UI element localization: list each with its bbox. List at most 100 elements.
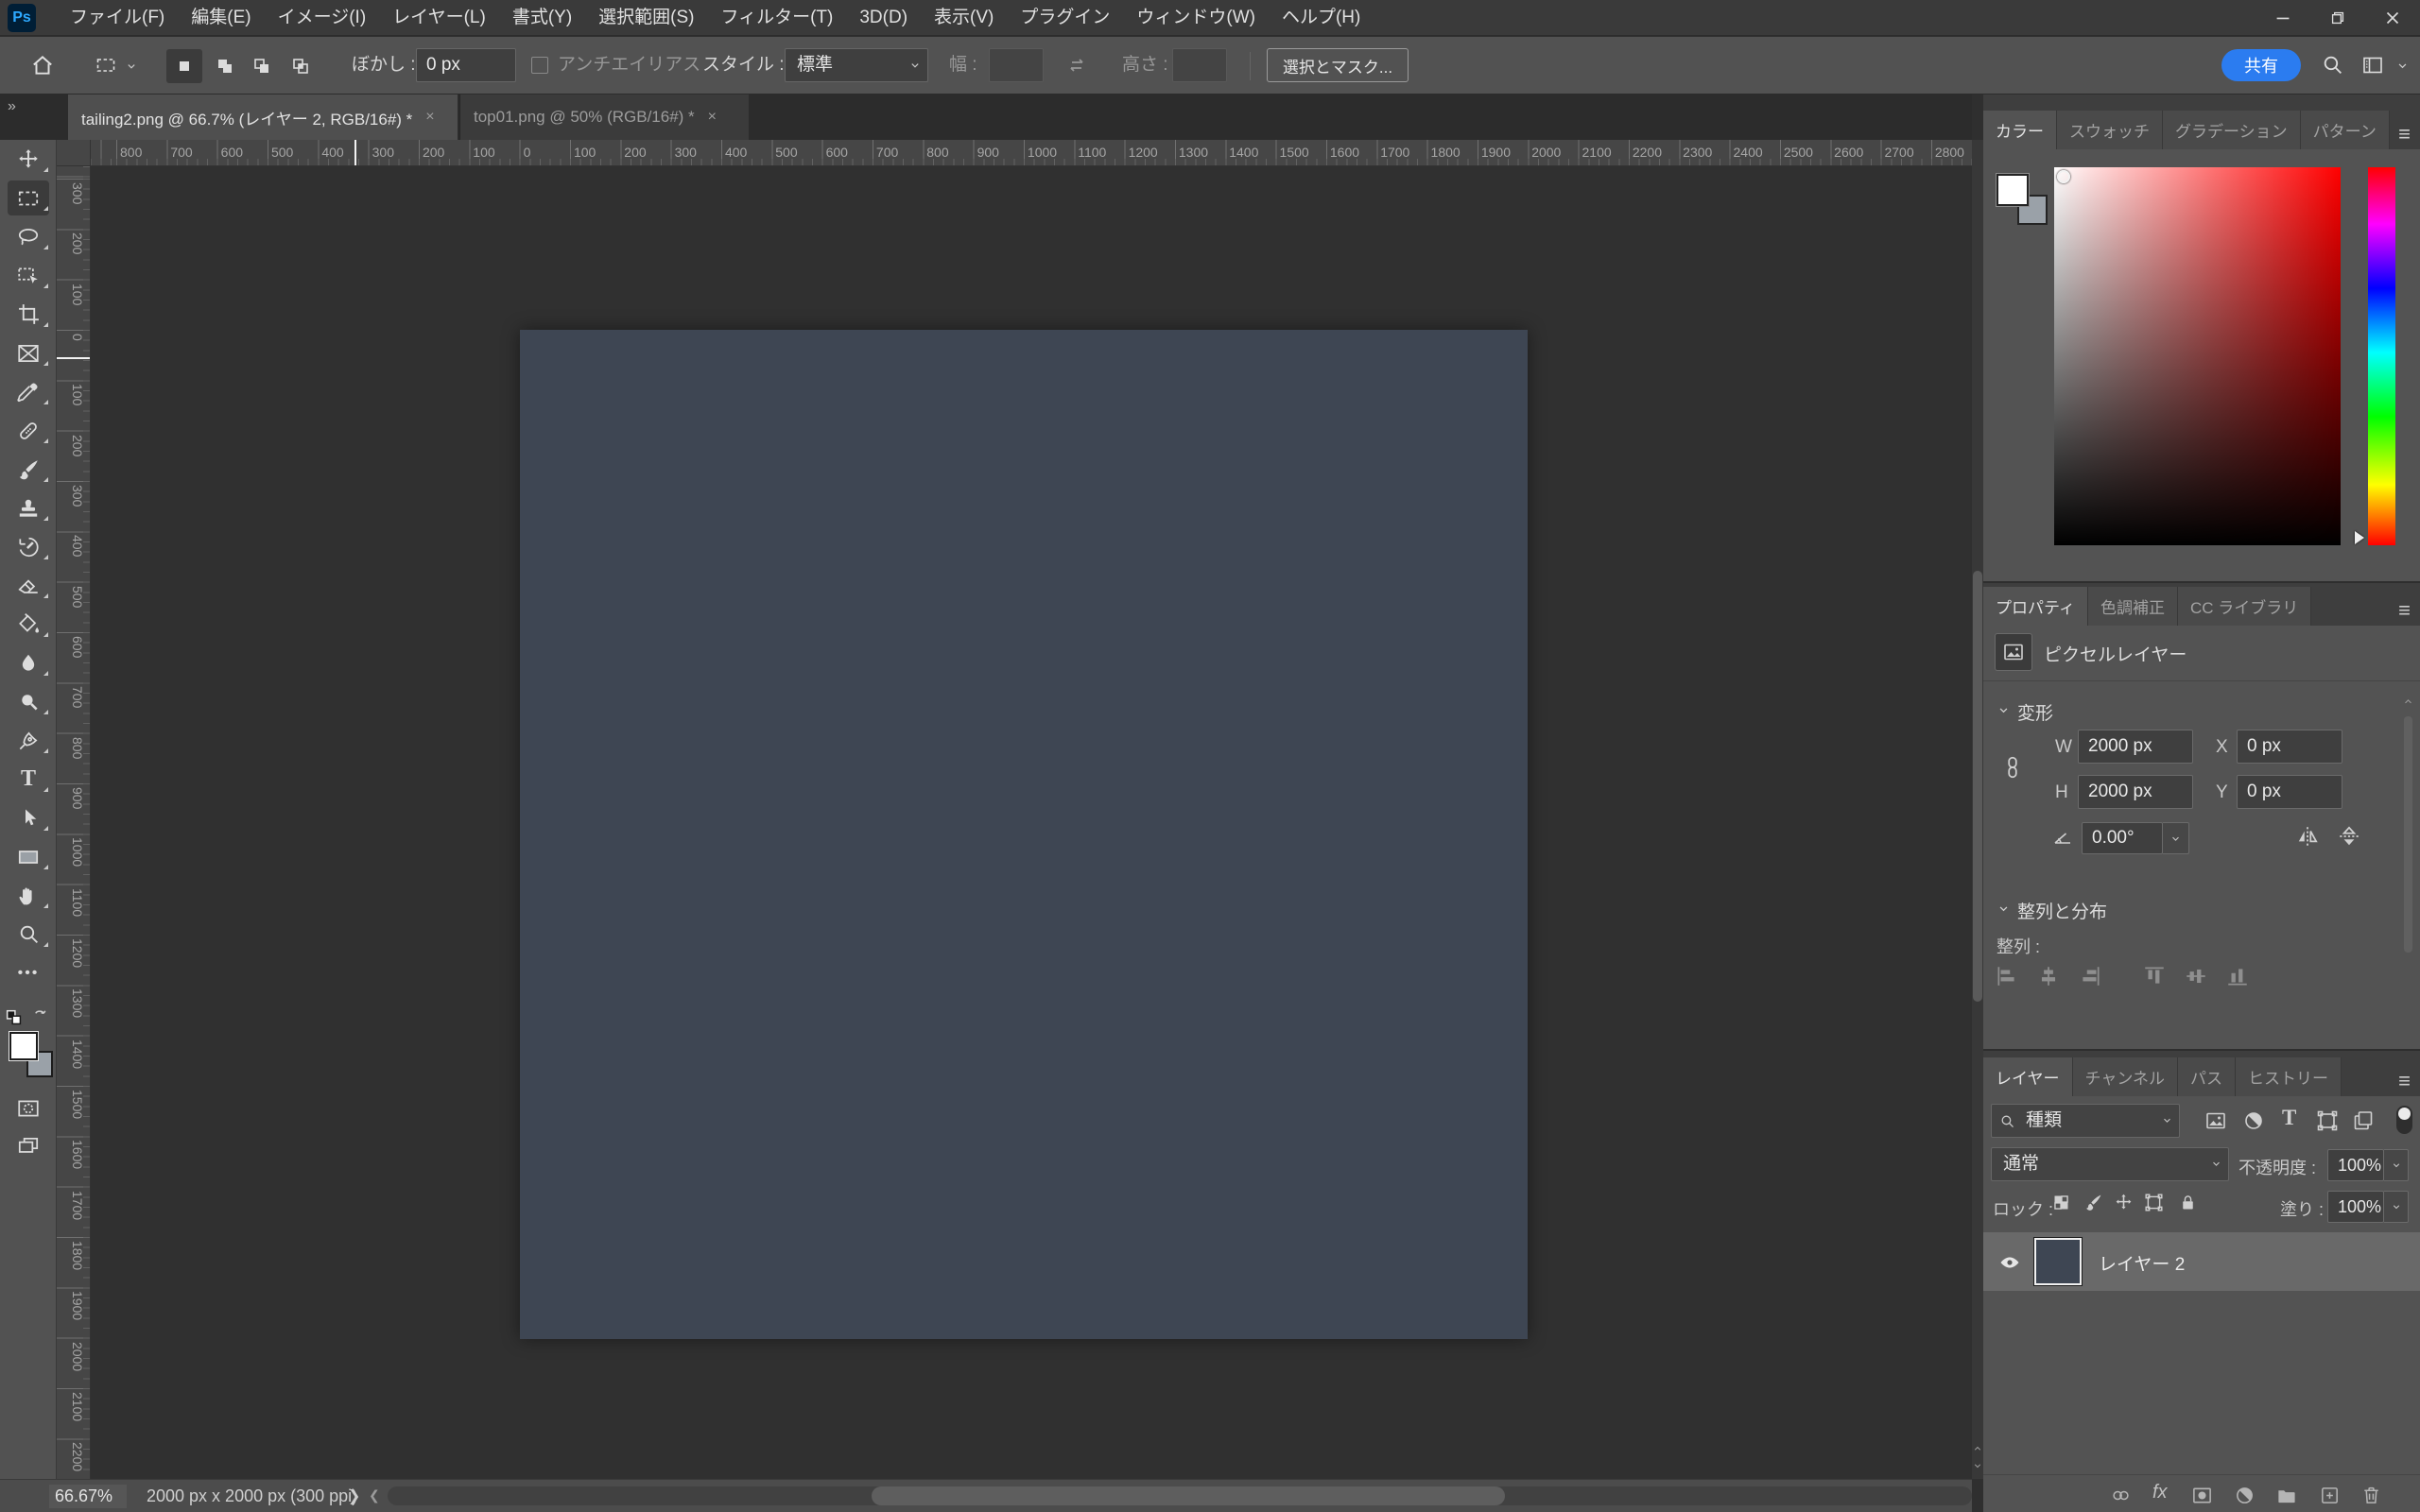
menu-item[interactable]: 選択範囲(S) [585, 0, 707, 36]
workspace-chevron-icon[interactable] [2395, 59, 2410, 73]
tab-history[interactable]: ヒストリー [2236, 1057, 2342, 1096]
tab-layers[interactable]: レイヤー [1983, 1057, 2073, 1096]
new-selection-icon[interactable] [166, 49, 202, 83]
menu-item[interactable]: フィルター(T) [707, 0, 846, 36]
layer-row-selected[interactable]: レイヤー 2 [1983, 1232, 2420, 1291]
path-selection-tool[interactable] [0, 799, 57, 837]
clone-stamp-tool[interactable] [0, 489, 57, 527]
menu-item[interactable]: 3D(D) [846, 0, 921, 36]
saturation-brightness-field[interactable] [2054, 167, 2341, 545]
move-tool[interactable] [0, 140, 57, 179]
lock-artboard-icon[interactable] [2144, 1193, 2164, 1212]
tab-channels[interactable]: チャンネル [2073, 1057, 2179, 1096]
tab-properties[interactable]: プロパティ [1983, 587, 2088, 626]
document-tab-active[interactable]: tailing2.png @ 66.7% (レイヤー 2, RGB/16#) *… [68, 94, 458, 140]
default-colors-icon[interactable] [4, 1007, 25, 1028]
scroll-up-icon[interactable] [1972, 1443, 1983, 1454]
hand-tool[interactable] [0, 876, 57, 915]
zoom-tool[interactable] [0, 915, 57, 954]
rectangular-marquee-tool[interactable] [0, 179, 57, 217]
new-adjustment-layer-icon[interactable] [2234, 1485, 2256, 1506]
frame-tool[interactable] [0, 334, 57, 372]
blur-tool[interactable] [0, 644, 57, 682]
tool-preset-chevron-icon[interactable] [125, 60, 138, 73]
foreground-color-swatch[interactable] [1996, 174, 2029, 206]
opacity-input[interactable]: 100% [2327, 1149, 2384, 1181]
tab-color[interactable]: カラー [1983, 111, 2057, 149]
quick-mask-icon[interactable] [16, 1096, 41, 1121]
panel-menu-icon[interactable]: ≡ [2398, 125, 2411, 144]
vertical-scrollbar[interactable] [1972, 140, 1983, 1479]
color-picker-ring[interactable] [2057, 170, 2070, 183]
document-canvas[interactable] [520, 330, 1528, 1339]
panel-scrollbar-thumb[interactable] [2404, 716, 2412, 953]
lasso-tool[interactable] [0, 217, 57, 256]
align-section-title[interactable]: 整列と分布 [2017, 898, 2107, 923]
align-top-icon[interactable] [2142, 964, 2167, 988]
opacity-chevron-icon[interactable] [2384, 1149, 2409, 1181]
layer-style-fx-icon[interactable]: fx [2152, 1482, 2168, 1503]
lock-transparent-pixels-icon[interactable] [2051, 1193, 2071, 1212]
menu-item[interactable]: ウィンドウ(W) [1123, 0, 1269, 36]
minimize-button[interactable] [2256, 0, 2310, 36]
object-selection-tool[interactable] [0, 256, 57, 295]
menu-item[interactable]: ヘルプ(H) [1269, 0, 1374, 36]
menu-item[interactable]: 編集(E) [178, 0, 264, 36]
align-center-vertical-icon[interactable] [2184, 964, 2208, 988]
restore-button[interactable] [2310, 0, 2365, 36]
menu-item[interactable]: レイヤー(L) [379, 0, 499, 36]
height-input[interactable]: 2000 px [2078, 775, 2193, 809]
tool-preset-marquee-icon[interactable] [95, 54, 117, 77]
x-input[interactable]: 0 px [2237, 730, 2342, 764]
align-bottom-icon[interactable] [2225, 964, 2250, 988]
screen-mode-icon[interactable] [16, 1134, 41, 1159]
eraser-tool[interactable] [0, 566, 57, 605]
filtering-toggle[interactable] [2396, 1106, 2412, 1134]
menu-item[interactable]: プラグイン [1007, 0, 1123, 36]
tab-patterns[interactable]: パターン [2301, 111, 2390, 149]
filter-pixel-layers-icon[interactable] [2204, 1109, 2227, 1132]
lock-all-icon[interactable] [2178, 1193, 2198, 1212]
blend-mode-select[interactable]: 通常 [1991, 1147, 2229, 1181]
edit-toolbar-ellipsis-icon[interactable]: ••• [0, 954, 57, 992]
scrollbar-thumb[interactable] [872, 1486, 1505, 1505]
toolbar-collapse-icon[interactable]: » [8, 98, 16, 115]
layer-thumbnail[interactable] [2034, 1238, 2082, 1285]
ruler-corner[interactable] [57, 140, 91, 166]
intersect-selection-icon[interactable] [283, 49, 319, 83]
feather-input[interactable]: 0 px [416, 48, 516, 82]
tab-paths[interactable]: パス [2178, 1057, 2236, 1096]
link-dimensions-icon[interactable] [2000, 747, 2025, 788]
new-group-folder-icon[interactable] [2275, 1485, 2297, 1506]
tab-swatches[interactable]: スウォッチ [2057, 111, 2163, 149]
filter-type-layers-icon[interactable]: T [2282, 1106, 2296, 1130]
chevron-down-icon[interactable] [1996, 902, 2011, 916]
fill-input[interactable]: 100% [2327, 1191, 2384, 1223]
panel-scroll-up-icon[interactable] [2402, 696, 2414, 708]
swap-colors-icon[interactable] [30, 1005, 49, 1024]
filter-adjustment-layers-icon[interactable] [2242, 1109, 2265, 1132]
tab-gradients[interactable]: グラデーション [2163, 111, 2301, 149]
scroll-down-icon[interactable] [1972, 1460, 1983, 1471]
flip-horizontal-icon[interactable] [2295, 824, 2320, 849]
align-center-horizontal-icon[interactable] [2036, 964, 2061, 988]
angle-input[interactable]: 0.00° [2082, 822, 2163, 854]
type-tool[interactable]: T [0, 760, 57, 799]
transform-section-title[interactable]: 変形 [2017, 699, 2053, 725]
select-and-mask-button[interactable]: 選択とマスク... [1267, 48, 1409, 82]
align-right-icon[interactable] [2078, 964, 2102, 988]
menu-item[interactable]: 表示(V) [921, 0, 1007, 36]
flip-vertical-icon[interactable] [2337, 824, 2361, 849]
search-icon[interactable] [2321, 53, 2344, 77]
width-input[interactable]: 2000 px [2078, 730, 2193, 764]
hue-slider-bar[interactable] [2368, 167, 2395, 545]
workspace-icon[interactable] [2361, 54, 2384, 77]
lock-image-pixels-icon[interactable] [2083, 1193, 2103, 1212]
zoom-level-field[interactable]: 66.67% [49, 1485, 127, 1508]
new-layer-icon[interactable] [2319, 1485, 2341, 1506]
angle-chevron-icon[interactable] [2163, 822, 2189, 854]
add-selection-icon[interactable] [207, 49, 243, 83]
subtract-selection-icon[interactable] [244, 49, 280, 83]
menu-item[interactable]: 書式(Y) [499, 0, 585, 36]
pen-tool[interactable] [0, 721, 57, 760]
